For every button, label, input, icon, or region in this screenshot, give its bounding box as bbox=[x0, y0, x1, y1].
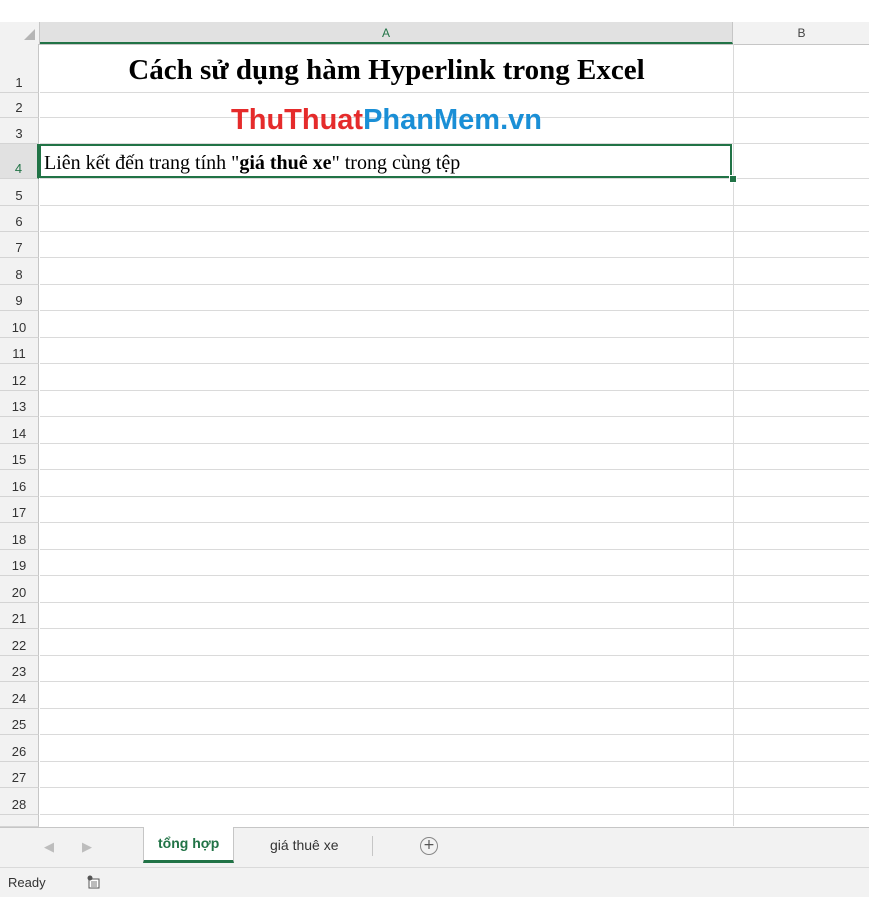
row-header-17[interactable]: 17 bbox=[0, 497, 39, 523]
tab-separator bbox=[372, 836, 373, 856]
grid-line bbox=[40, 205, 869, 206]
status-ready-text: Ready bbox=[8, 875, 46, 890]
grid-line bbox=[40, 655, 869, 656]
row-header-12[interactable]: 12 bbox=[0, 364, 39, 391]
row-header-29-partial[interactable] bbox=[0, 815, 39, 827]
row-header-1[interactable]: 1 bbox=[0, 44, 39, 93]
grid-line bbox=[40, 231, 869, 232]
grid-line bbox=[40, 284, 869, 285]
grid-line bbox=[40, 416, 869, 417]
grid-line bbox=[40, 602, 869, 603]
column-header-b[interactable]: B bbox=[734, 22, 869, 44]
row-header-24[interactable]: 24 bbox=[0, 682, 39, 709]
grid-line bbox=[40, 761, 869, 762]
macro-record-icon[interactable] bbox=[86, 875, 100, 889]
row-header-20[interactable]: 20 bbox=[0, 576, 39, 603]
grid-line bbox=[40, 522, 869, 523]
row-header-25[interactable]: 25 bbox=[0, 709, 39, 735]
row-header-7[interactable]: 7 bbox=[0, 232, 39, 258]
select-all-corner[interactable] bbox=[0, 22, 40, 44]
plus-circle-icon[interactable]: + bbox=[420, 837, 438, 855]
row-header-27[interactable]: 27 bbox=[0, 762, 39, 788]
row-header-22[interactable]: 22 bbox=[0, 629, 39, 656]
status-bar: Ready bbox=[0, 867, 869, 897]
grid-line bbox=[40, 443, 869, 444]
grid-line bbox=[40, 257, 869, 258]
select-all-triangle-icon bbox=[24, 29, 35, 40]
grid-line bbox=[40, 337, 869, 338]
row-header-10[interactable]: 10 bbox=[0, 311, 39, 338]
grid-line bbox=[40, 390, 869, 391]
column-header-bar: A B bbox=[0, 22, 869, 45]
row-header-21[interactable]: 21 bbox=[0, 603, 39, 629]
row-header-6[interactable]: 6 bbox=[0, 206, 39, 232]
grid-line bbox=[40, 549, 869, 550]
grid-line bbox=[40, 575, 869, 576]
grid-line bbox=[40, 469, 869, 470]
row-header-28[interactable]: 28 bbox=[0, 788, 39, 815]
column-header-a[interactable]: A bbox=[40, 22, 733, 44]
grid-line bbox=[40, 363, 869, 364]
row-header-13[interactable]: 13 bbox=[0, 391, 39, 417]
row-header-2[interactable]: 2 bbox=[0, 93, 39, 118]
triangle-right-icon[interactable]: ▶ bbox=[82, 840, 92, 855]
cell-a1-title[interactable]: Cách sử dụng hàm Hyperlink trong Excel bbox=[40, 48, 733, 92]
grid-line bbox=[40, 708, 869, 709]
grid-line bbox=[40, 734, 869, 735]
row-header-16[interactable]: 16 bbox=[0, 470, 39, 497]
grid-line bbox=[40, 496, 869, 497]
brand-part-blue: PhanMem.vn bbox=[363, 104, 542, 136]
row-header-4[interactable]: 4 bbox=[0, 144, 39, 179]
sheet-tab-bar: ◀ ▶ tổng hợp giá thuê xe + bbox=[0, 827, 869, 868]
grid-line bbox=[40, 628, 869, 629]
row-header-11[interactable]: 11 bbox=[0, 338, 39, 364]
triangle-left-icon[interactable]: ◀ bbox=[44, 840, 54, 855]
row-header-8[interactable]: 8 bbox=[0, 258, 39, 285]
row-header-18[interactable]: 18 bbox=[0, 523, 39, 550]
row-header-5[interactable]: 5 bbox=[0, 179, 39, 206]
grid-line bbox=[40, 681, 869, 682]
sheet-tab-tong-hop[interactable]: tổng hợp bbox=[143, 827, 235, 863]
row-header-14[interactable]: 14 bbox=[0, 417, 39, 444]
grid-line bbox=[40, 814, 869, 815]
row-header-9[interactable]: 9 bbox=[0, 285, 39, 311]
row-header-19[interactable]: 19 bbox=[0, 550, 39, 576]
active-cell-selection bbox=[39, 144, 732, 178]
sheet-tab-gia-thue-xe[interactable]: giá thuê xe bbox=[256, 828, 353, 862]
row-header-3[interactable]: 3 bbox=[0, 118, 39, 144]
row-header-15[interactable]: 15 bbox=[0, 444, 39, 470]
brand-part-red: ThuThuat bbox=[231, 104, 364, 136]
fill-handle[interactable] bbox=[729, 175, 737, 183]
row-header-26[interactable]: 26 bbox=[0, 735, 39, 762]
grid-line bbox=[40, 178, 869, 179]
grid-line bbox=[40, 310, 869, 311]
cell-a2-brand-logo[interactable]: ThuThuatPhanMem.vn bbox=[40, 100, 733, 140]
row-header-23[interactable]: 23 bbox=[0, 656, 39, 682]
grid-line bbox=[40, 787, 869, 788]
grid-line bbox=[40, 92, 869, 93]
